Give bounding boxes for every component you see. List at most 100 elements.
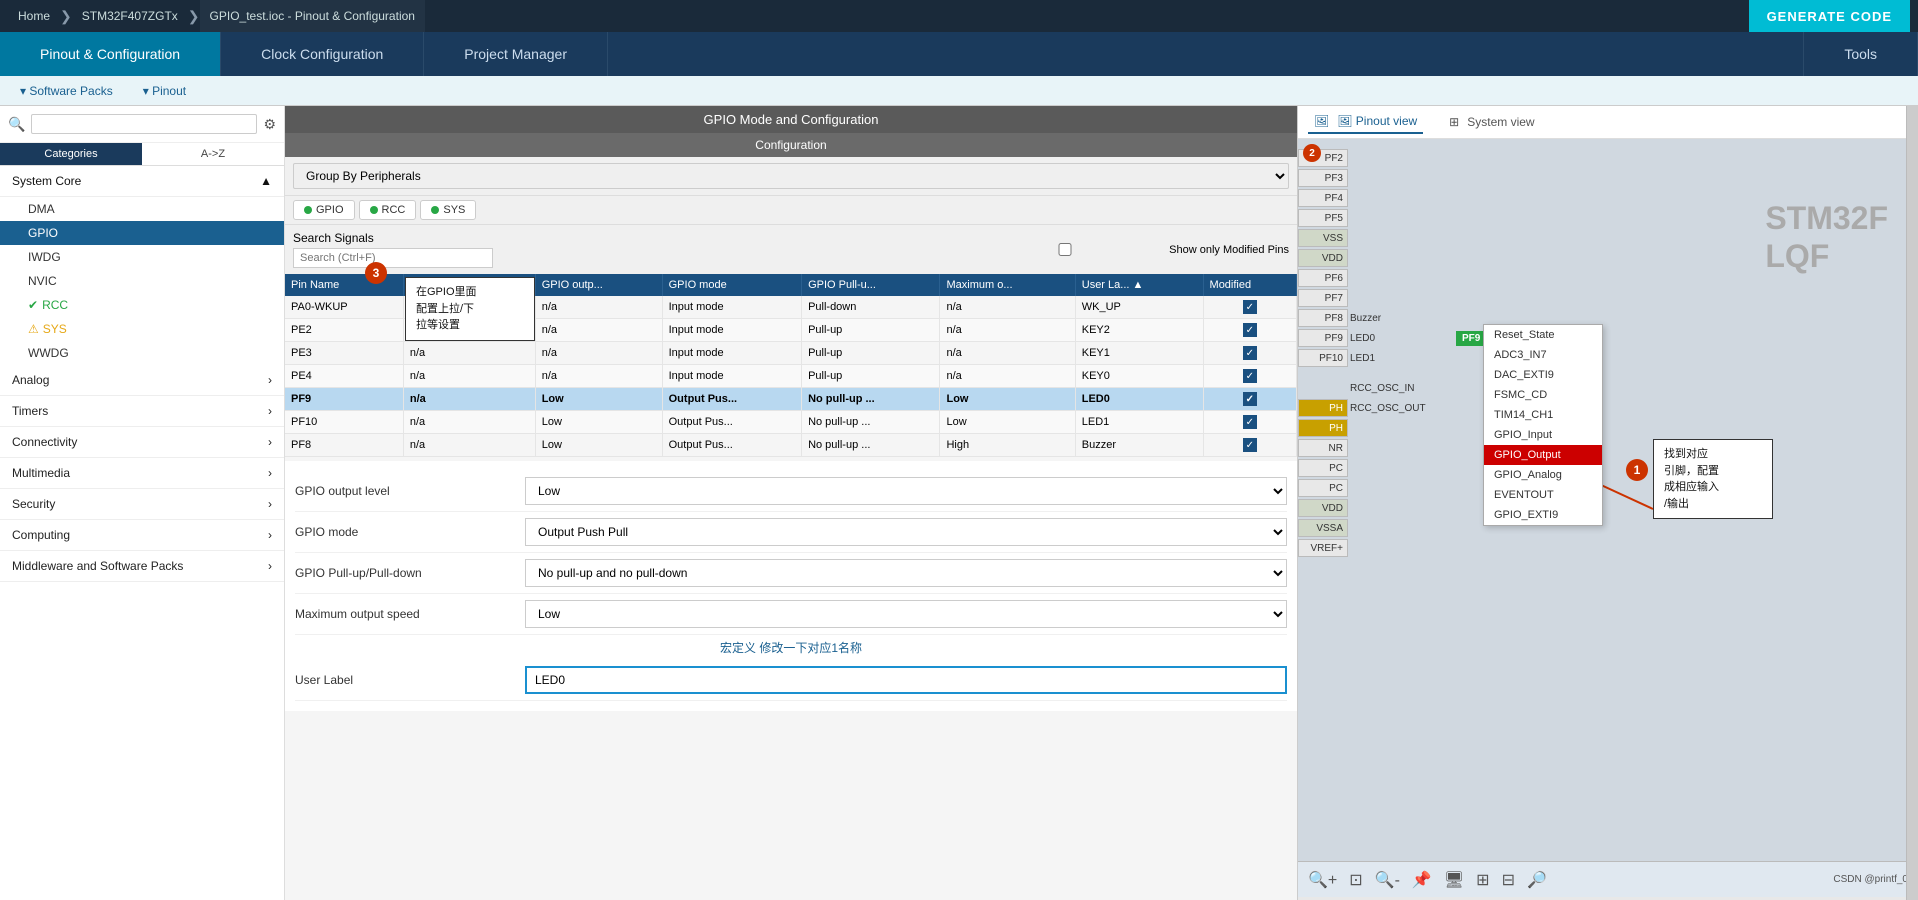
fit-icon[interactable]: ⊡ — [1349, 870, 1362, 890]
right-tab-system[interactable]: ⊞ System view — [1443, 111, 1540, 133]
th-modified[interactable]: Modified — [1203, 274, 1296, 296]
max-speed-select[interactable]: Low — [525, 600, 1287, 628]
tab-clock[interactable]: Clock Configuration — [221, 32, 424, 76]
pf9-highlight[interactable]: PF9 — [1456, 331, 1486, 346]
pin-rcc-osc-in[interactable]: PH — [1298, 399, 1348, 417]
zoom-out-icon[interactable]: 🔍- — [1375, 870, 1400, 890]
sidebar-category-connectivity[interactable]: Connectivity › — [0, 427, 284, 458]
sidebar-item-dma[interactable]: DMA — [0, 197, 284, 221]
table-row[interactable]: PF10n/aLowOutput Pus...No pull-up ...Low… — [285, 411, 1297, 434]
th-output[interactable]: GPIO outp... — [535, 274, 662, 296]
pin-pc2[interactable]: PC — [1298, 479, 1348, 497]
pin-pf8-buzzer[interactable]: PF8 — [1298, 309, 1348, 327]
sidebar-category-analog[interactable]: Analog › — [0, 365, 284, 396]
filter-rcc[interactable]: RCC — [359, 200, 417, 220]
security-arrow: › — [268, 497, 272, 511]
ctx-fsmc-cd[interactable]: FSMC_CD — [1484, 385, 1602, 405]
sidebar-category-multimedia[interactable]: Multimedia › — [0, 458, 284, 489]
ctx-tim14[interactable]: TIM14_CH1 — [1484, 405, 1602, 425]
group-by-select[interactable]: Group By Peripherals — [293, 163, 1289, 189]
tab-pinout[interactable]: Pinout & Configuration — [0, 32, 221, 76]
pin-pf9-led0[interactable]: PF9 — [1298, 329, 1348, 347]
pin-diagram-area: PF2 PF3 PF4 PF5 VSS VDD PF6 PF7 PF8 PF9 … — [1298, 139, 1918, 897]
subtab-pinout[interactable]: ▾ Pinout — [143, 84, 186, 98]
pin-pf4[interactable]: PF4 — [1298, 189, 1348, 207]
breadcrumb-file[interactable]: GPIO_test.ioc - Pinout & Configuration — [200, 0, 425, 32]
pin-pf6[interactable]: PF6 — [1298, 269, 1348, 287]
table-row[interactable]: PF8n/aLowOutput Pus...No pull-up ...High… — [285, 434, 1297, 457]
search-chip-icon[interactable]: 🔎 — [1527, 870, 1547, 890]
breadcrumb-device[interactable]: STM32F407ZGTx — [72, 0, 188, 32]
pin-vdd[interactable]: VDD — [1298, 249, 1348, 267]
sidebar-category-timers[interactable]: Timers › — [0, 396, 284, 427]
sidebar-item-nvic[interactable]: NVIC — [0, 269, 284, 293]
tab-tools[interactable]: Tools — [1803, 32, 1918, 76]
th-pull[interactable]: GPIO Pull-u... — [802, 274, 940, 296]
table-row[interactable]: PE4n/an/aInput modePull-upn/aKEY0✓ — [285, 365, 1297, 388]
timers-arrow: › — [268, 404, 272, 418]
ctx-gpio-output[interactable]: GPIO_Output — [1484, 445, 1602, 465]
pin-rcc-osc-out[interactable]: PH — [1298, 419, 1348, 437]
sidebar-category-computing[interactable]: Computing › — [0, 520, 284, 551]
ctx-adc3[interactable]: ADC3_IN7 — [1484, 345, 1602, 365]
filter-sys[interactable]: SYS — [420, 200, 476, 220]
sidebar-search-icon[interactable]: 🔍 — [8, 116, 25, 133]
ctx-gpio-input[interactable]: GPIO_Input — [1484, 425, 1602, 445]
search-signals-input[interactable] — [293, 248, 493, 268]
pin-pf7[interactable]: PF7 — [1298, 289, 1348, 307]
th-max[interactable]: Maximum o... — [940, 274, 1075, 296]
sidebar-item-rcc[interactable]: ✔RCC — [0, 293, 284, 317]
led1-pin-label: LED1 — [1350, 349, 1381, 367]
table-row[interactable]: PE3n/an/aInput modePull-upn/aKEY1✓ — [285, 342, 1297, 365]
th-mode[interactable]: GPIO mode — [662, 274, 801, 296]
pin-pf3[interactable]: PF3 — [1298, 169, 1348, 187]
led0-pin-label: LED0 — [1350, 329, 1381, 347]
pin-nr[interactable]: NR — [1298, 439, 1348, 457]
sidebar-tab-categories[interactable]: Categories — [0, 143, 142, 165]
pullupdown-select[interactable]: No pull-up and no pull-down — [525, 559, 1287, 587]
pin-pf10-led1[interactable]: PF10 — [1298, 349, 1348, 367]
chip-icon[interactable]: 🖥 — [1444, 870, 1464, 890]
sidebar-category-security[interactable]: Security › — [0, 489, 284, 520]
show-modified-checkbox[interactable] — [965, 243, 1165, 256]
pin-pf5[interactable]: PF5 — [1298, 209, 1348, 227]
pin-vdd2[interactable]: VDD — [1298, 499, 1348, 517]
table-row[interactable]: PF9n/aLowOutput Pus...No pull-up ...LowL… — [285, 388, 1297, 411]
user-label-input[interactable] — [525, 666, 1287, 694]
sidebar-search-input[interactable] — [31, 114, 257, 134]
sidebar-item-gpio[interactable]: GPIO — [0, 221, 284, 245]
gpio-mode-select[interactable]: Output Push Pull — [525, 518, 1287, 546]
pin-vssa[interactable]: VSSA — [1298, 519, 1348, 537]
sidebar-gear-icon[interactable]: ⚙ — [263, 116, 276, 133]
th-label[interactable]: User La... ▲ — [1075, 274, 1203, 296]
generate-code-button[interactable]: GENERATE CODE — [1749, 0, 1910, 32]
sidebar-item-wwdg[interactable]: WWDG — [0, 341, 284, 365]
output-level-select[interactable]: Low — [525, 477, 1287, 505]
scrollbar-strip[interactable] — [1906, 106, 1918, 900]
ctx-gpio-analog[interactable]: GPIO_Analog — [1484, 465, 1602, 485]
content-area: 🔍 ⚙ Categories A->Z System Core ▲ DMA GP… — [0, 106, 1918, 900]
sidebar-item-iwdg[interactable]: IWDG — [0, 245, 284, 269]
zoom-in-icon[interactable]: 🔍+ — [1308, 870, 1337, 890]
sidebar-item-sys[interactable]: ⚠SYS — [0, 317, 284, 341]
sidebar-category-system-core[interactable]: System Core ▲ — [0, 166, 284, 197]
subtab-software-packs[interactable]: ▾ Software Packs — [20, 84, 113, 98]
pin-icon[interactable]: 📌 — [1412, 870, 1432, 890]
pin-pc1[interactable]: PC — [1298, 459, 1348, 477]
sidebar-category-middleware[interactable]: Middleware and Software Packs › — [0, 551, 284, 582]
annotation-circle-2-right: 2 — [1303, 144, 1321, 162]
ctx-reset-state[interactable]: Reset_State — [1484, 325, 1602, 345]
grid-icon[interactable]: ⊟ — [1502, 870, 1515, 890]
sidebar-tab-az[interactable]: A->Z — [142, 143, 284, 165]
pin-vss[interactable]: VSS — [1298, 229, 1348, 247]
right-tab-pinout[interactable]: 🖼 🖼 Pinout view — [1308, 110, 1423, 134]
ctx-eventout[interactable]: EVENTOUT — [1484, 485, 1602, 505]
ctx-dac-exti9[interactable]: DAC_EXTI9 — [1484, 365, 1602, 385]
rcc-osc-out-label: RCC_OSC_OUT — [1350, 399, 1426, 417]
filter-gpio[interactable]: GPIO — [293, 200, 355, 220]
layout-icon[interactable]: ⊞ — [1476, 870, 1489, 890]
tab-project[interactable]: Project Manager — [424, 32, 608, 76]
breadcrumb-home[interactable]: Home — [8, 0, 60, 32]
pin-vref[interactable]: VREF+ — [1298, 539, 1348, 557]
ctx-gpio-exti9[interactable]: GPIO_EXTI9 — [1484, 505, 1602, 525]
